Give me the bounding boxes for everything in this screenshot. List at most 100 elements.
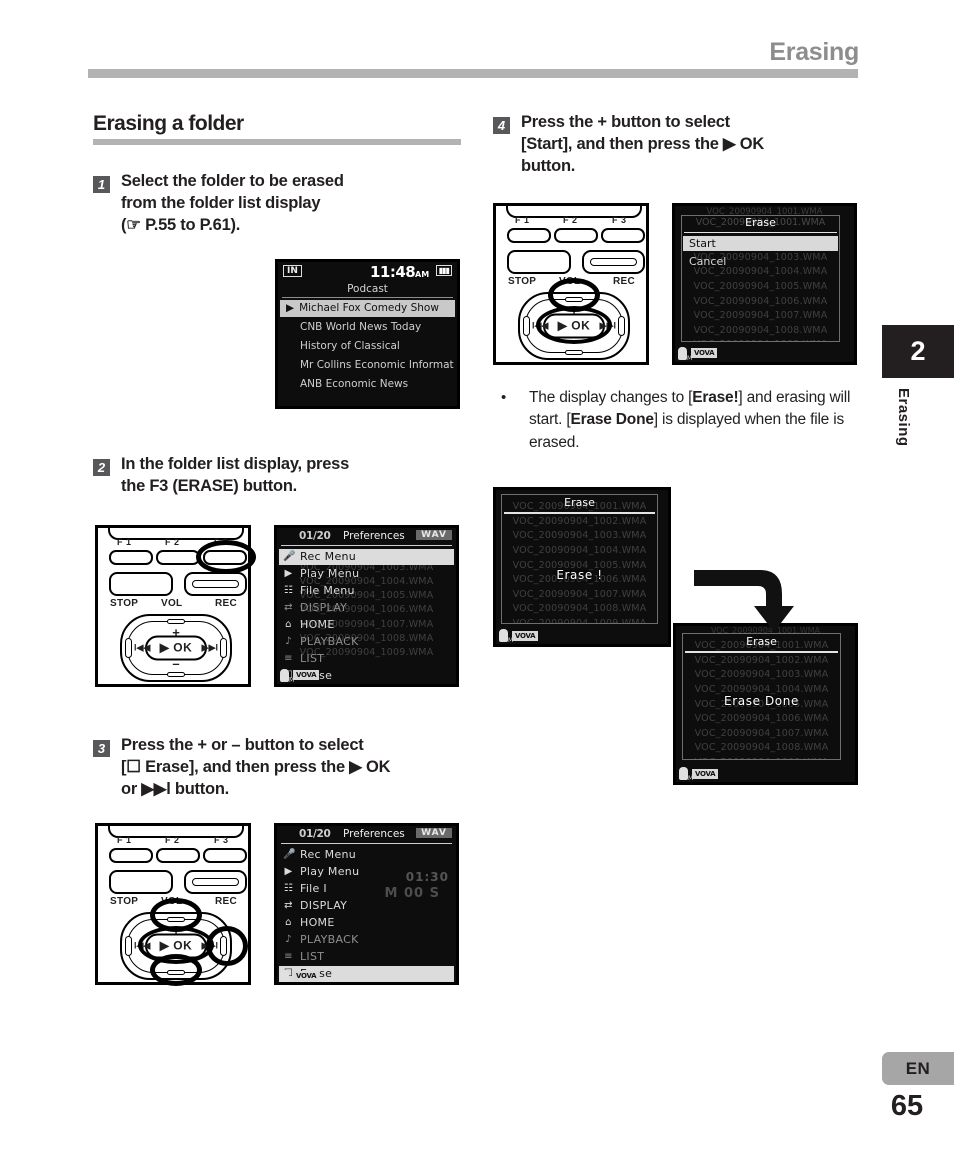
- menu-item-playback[interactable]: ♪ PLAYBACK: [279, 634, 454, 650]
- er-file-1: VOC_20090904_1002.WMA: [512, 515, 647, 527]
- f3-label: F 3: [214, 536, 229, 547]
- menu-title-divider-2: [281, 842, 452, 844]
- folder-item-2[interactable]: History of Classical: [280, 338, 455, 355]
- menu2-item-playback[interactable]: ♪ PLAYBACK: [279, 932, 454, 948]
- erasing-panel: VOC_20090904_1001.WMA VOC_20090904_1002.…: [501, 494, 658, 625]
- dpad-2[interactable]: + ▶ OK – l◀◀ ▶▶l: [120, 911, 232, 980]
- minus-button-2[interactable]: –: [172, 955, 179, 968]
- dpad-right-pill[interactable]: [220, 637, 227, 658]
- f2-button-2[interactable]: [156, 847, 200, 863]
- dpad-left-pill-2[interactable]: [125, 935, 132, 956]
- rec-button[interactable]: [184, 571, 247, 596]
- rec-button-3[interactable]: [582, 249, 645, 274]
- menu-item-file-menu[interactable]: ☷ File Menu: [279, 583, 454, 599]
- minus-button[interactable]: –: [172, 657, 179, 670]
- note-part-b: Erase!: [692, 388, 739, 406]
- menu-item-play-menu[interactable]: ▶ Play Menu: [279, 566, 454, 582]
- menu2-item-home[interactable]: ⌂ HOME: [279, 915, 454, 931]
- erase-option-start[interactable]: Start: [683, 235, 838, 251]
- f1-button-2[interactable]: [109, 847, 153, 863]
- dpad-down-pill-3[interactable]: [565, 349, 583, 355]
- f2-button[interactable]: [156, 549, 200, 565]
- menu2-item-rec-menu[interactable]: 🎤 Rec Menu: [279, 847, 454, 863]
- step-3: 3 Press the + or – button to select [☐ E…: [93, 735, 468, 801]
- file-icon: ☷: [283, 585, 294, 597]
- f2-button-3[interactable]: [554, 227, 598, 243]
- folder-item-1-label: CNB World News Today: [300, 321, 422, 334]
- dpad-up-pill-2[interactable]: [167, 916, 185, 922]
- menu2-item-file-menu-label: File I: [300, 882, 327, 895]
- lcd-folder-list-inner: IN 11:48 AM ▮▮▮ Podcast ▶ Michael Fox Co…: [278, 262, 457, 406]
- dpad-up-pill-3[interactable]: [565, 296, 583, 302]
- music-note-icon-2: ♪: [285, 934, 292, 945]
- menu-item-rec-menu[interactable]: 🎤 Rec Menu: [279, 548, 454, 565]
- stop-button-3[interactable]: [507, 249, 571, 274]
- er-file-7: VOC_20090904_1008.WMA: [512, 603, 647, 615]
- dpad[interactable]: + ▶ OK – l◀◀ ▶▶l: [120, 613, 232, 682]
- right-column: 4 Press the + button to select [Start], …: [493, 112, 868, 786]
- dpad-up-pill[interactable]: [167, 618, 185, 624]
- dpad-right-pill-3[interactable]: [618, 315, 625, 336]
- step-3-line-1: Press the + or – button to select: [121, 735, 364, 754]
- f2-label-3: F 2: [563, 214, 578, 225]
- folder-item-0-label: Michael Fox Comedy Show: [299, 302, 439, 315]
- vol-label: VOL: [161, 597, 183, 609]
- f1-button[interactable]: [109, 549, 153, 565]
- folder-item-1[interactable]: CNB World News Today: [280, 319, 455, 336]
- fast-forward-button-3[interactable]: ▶▶l: [600, 320, 616, 331]
- f3-button[interactable]: [203, 549, 247, 565]
- rewind-button[interactable]: l◀◀: [134, 642, 150, 653]
- eg-file-6: VOC_20090904_1009.WMA: [682, 338, 839, 340]
- mic-status-icon-2: [280, 969, 294, 982]
- fast-forward-button[interactable]: ▶▶l: [202, 642, 218, 653]
- step-1-line-3: (☞ P.55 to P.61).: [121, 215, 241, 234]
- fast-forward-button-2[interactable]: ▶▶l: [202, 940, 218, 951]
- dpad-right-pill-2[interactable]: [220, 935, 227, 956]
- menu2-item-play-menu[interactable]: ▶ Play Menu: [279, 864, 454, 880]
- rewind-button-2[interactable]: l◀◀: [134, 940, 150, 951]
- rec-button-2[interactable]: [184, 869, 247, 894]
- erasing-message: Erase !: [556, 568, 603, 583]
- menu2-item-play-menu-label: Play Menu: [300, 865, 360, 878]
- f3-button-2[interactable]: [203, 847, 247, 863]
- menu2-item-file-menu[interactable]: ☷ File I: [279, 881, 454, 897]
- er-file-3: VOC_20090904_1004.WMA: [512, 545, 647, 556]
- dpad-down-pill-2[interactable]: [167, 969, 185, 975]
- folder-item-3-label: Mr Collins Economic Informat: [300, 359, 454, 372]
- menu2-item-display[interactable]: ⇄ DISPLAY: [279, 898, 454, 914]
- lcd-status-in: IN: [283, 264, 302, 277]
- list-icon: ≡: [284, 653, 293, 665]
- menu2-item-list[interactable]: ≡ LIST: [279, 949, 454, 965]
- folder-item-4[interactable]: ANB Economic News: [280, 376, 455, 393]
- menu2-item-home-label: HOME: [300, 916, 335, 929]
- vol-label-2: VOL: [161, 895, 183, 907]
- stop-button[interactable]: [109, 571, 173, 596]
- lcd-menu-step2: 01/20 Preferences WAV VOC_20090904_1003.…: [274, 524, 459, 687]
- step-3-text: Press the + or – button to select [☐ Era…: [121, 735, 391, 801]
- stop-button-2[interactable]: [109, 869, 173, 894]
- microphone-icon-2: 🎤: [283, 849, 296, 860]
- dpad-left-pill[interactable]: [125, 637, 132, 658]
- folder-item-0[interactable]: ▶ Michael Fox Comedy Show: [280, 299, 455, 317]
- menu-item-rec-menu-label: Rec Menu: [300, 550, 357, 564]
- dpad-3[interactable]: + ▶ OK – l◀◀ ▶▶l: [518, 291, 630, 360]
- f1-button-3[interactable]: [507, 227, 551, 243]
- minus-button-3[interactable]: –: [570, 335, 577, 348]
- menu-counter: 01/20: [299, 529, 331, 542]
- f3-button-3[interactable]: [601, 227, 645, 243]
- menu-item-home[interactable]: ⌂ HOME: [279, 617, 454, 633]
- erase-option-cancel[interactable]: Cancel: [683, 254, 838, 269]
- rewind-button-3[interactable]: l◀◀: [532, 320, 548, 331]
- step-4-line-2: [Start], and then press the ▶ OK: [521, 134, 765, 153]
- dpad-down-pill[interactable]: [167, 671, 185, 677]
- menu-item-display[interactable]: ⇄ DISPLAY: [279, 600, 454, 616]
- lcd-title-divider: [282, 296, 453, 298]
- folder-item-3[interactable]: Mr Collins Economic Informat: [280, 357, 455, 374]
- battery-icon: ▮▮▮: [435, 264, 452, 276]
- flow-arrow-icon: [694, 570, 794, 632]
- dpad-left-pill-3[interactable]: [523, 315, 530, 336]
- menu-item-list[interactable]: ≡ LIST: [279, 651, 454, 667]
- menu2-item-rec-menu-label: Rec Menu: [300, 848, 357, 861]
- lcd-folder-list: IN 11:48 AM ▮▮▮ Podcast ▶ Michael Fox Co…: [275, 258, 460, 409]
- folder-item-4-label: ANB Economic News: [300, 378, 409, 391]
